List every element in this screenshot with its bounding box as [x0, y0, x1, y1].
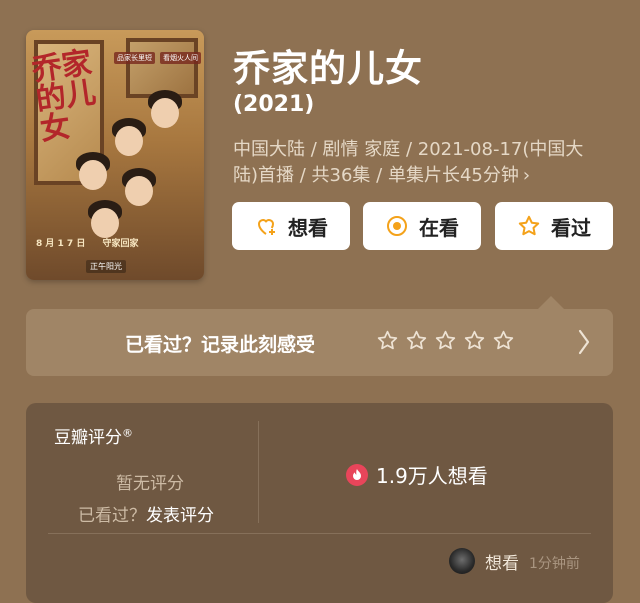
- rating-prompt-label: 已看过？记录此刻感受: [125, 334, 316, 356]
- heart-plus-icon: [257, 219, 275, 235]
- star-outline-icon[interactable]: [405, 329, 428, 352]
- watching-button[interactable]: 在看: [363, 202, 481, 250]
- feed-timestamp: 1分钟前: [529, 556, 580, 572]
- post-score-link[interactable]: 发表评分: [146, 506, 214, 526]
- post-score-prompt: 已看过？发表评分: [78, 506, 214, 526]
- page-title: 乔家的儿女: [233, 47, 423, 90]
- poster-window: [126, 38, 198, 98]
- no-score-text: 暂无评分: [116, 474, 184, 494]
- watched-button[interactable]: 看过: [495, 202, 613, 250]
- release-year: (2021): [233, 92, 315, 117]
- panel-title: 豆瓣评分®: [54, 426, 133, 448]
- chevron-right-icon: ›: [522, 165, 531, 186]
- feed-action: 想看: [485, 554, 519, 574]
- poster-logo: 正午阳光: [86, 260, 126, 273]
- poster-tag: 看烟火人间: [160, 52, 201, 64]
- want-count: 1.9万人想看: [346, 460, 488, 489]
- poster-image[interactable]: 乔家的儿女 品家长里短 看烟火人间 8 月 1 7 日 守家回家 正午阳光: [26, 30, 204, 280]
- poster-date: 8 月 1 7 日 守家回家: [36, 239, 139, 249]
- poster-title-art: 乔家的儿女: [29, 45, 99, 148]
- tooltip-caret: [538, 296, 564, 309]
- chevron-right-icon[interactable]: [577, 327, 591, 357]
- fire-icon: [346, 463, 368, 486]
- star-outline-icon[interactable]: [376, 329, 399, 352]
- divider: [48, 533, 591, 534]
- avatar[interactable]: [449, 548, 475, 574]
- star-rating[interactable]: [376, 329, 515, 352]
- rating-prompt-bar[interactable]: 已看过？记录此刻感受: [26, 309, 613, 376]
- star-outline-icon[interactable]: [463, 329, 486, 352]
- poster-cast: [76, 90, 196, 240]
- star-outline-icon[interactable]: [492, 329, 515, 352]
- movie-meta[interactable]: 中国大陆 / 剧情 家庭 / 2021-08-17(中国大 陆)首播 / 共36…: [233, 137, 603, 189]
- star-outline-icon[interactable]: [434, 329, 457, 352]
- target-icon: [387, 216, 407, 236]
- poster-tag: 品家长里短: [114, 52, 155, 64]
- douban-rating-panel: 豆瓣评分® 暂无评分 已看过？发表评分 1.9万人想看 想看 1分钟前: [26, 403, 613, 603]
- want-button[interactable]: 想看: [232, 202, 350, 250]
- star-icon: [518, 215, 540, 236]
- divider: [258, 421, 259, 523]
